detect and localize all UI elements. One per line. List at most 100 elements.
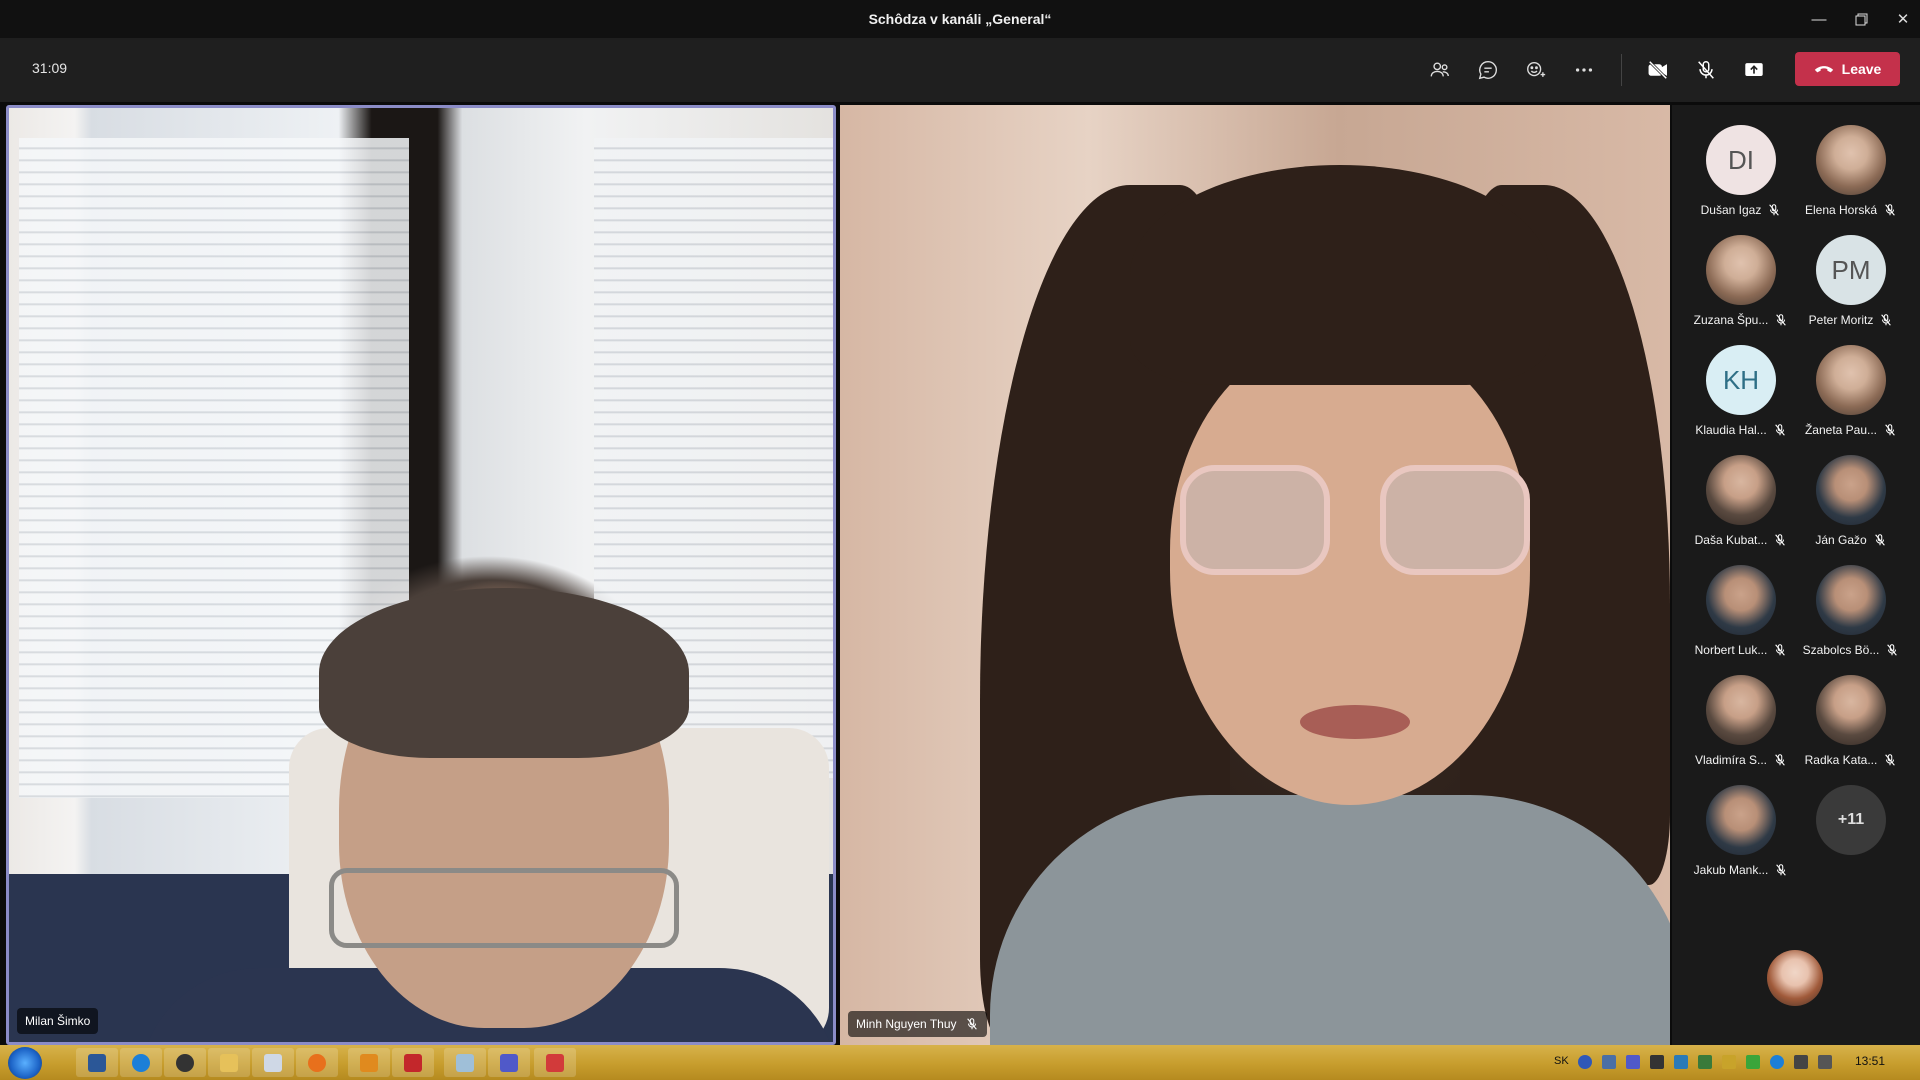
participant-name: Klaudia Hal... — [1695, 423, 1767, 437]
video-person-glasses — [1180, 465, 1330, 575]
muted-mic-icon — [1775, 644, 1786, 656]
participant-item[interactable]: Zuzana Špu... — [1686, 235, 1796, 340]
participant-item[interactable]: KH Klaudia Hal... — [1686, 345, 1796, 450]
video-person-body — [990, 795, 1670, 1045]
leave-button[interactable]: Leave — [1795, 52, 1900, 86]
participant-name: Radka Kata... — [1804, 753, 1878, 767]
word-app-icon[interactable] — [76, 1048, 118, 1077]
tray-icon[interactable] — [1650, 1055, 1664, 1069]
video-tile-active-speaker[interactable]: Milan Šimko — [6, 105, 836, 1045]
onedrive-tray-icon[interactable] — [1674, 1055, 1688, 1069]
mic-off-icon[interactable] — [1688, 52, 1724, 88]
avatar: KH — [1706, 345, 1776, 415]
more-participants-count: +11 — [1816, 785, 1886, 855]
participant-item[interactable]: Ján Gažo — [1796, 455, 1906, 560]
participant-name-tag: Minh Nguyen Thuy — [848, 1011, 987, 1037]
participant-name: Peter Moritz — [1808, 313, 1874, 327]
more-participants-item[interactable]: +11 — [1796, 785, 1906, 890]
self-view-avatar[interactable] — [1767, 950, 1823, 1006]
volume-icon[interactable] — [1818, 1055, 1832, 1069]
participant-item[interactable]: Radka Kata... — [1796, 675, 1906, 780]
avatar — [1816, 455, 1886, 525]
help-icon[interactable] — [1578, 1055, 1592, 1069]
participant-name: Elena Horská — [1804, 203, 1878, 217]
battery-icon[interactable] — [1746, 1055, 1760, 1069]
avatar — [1706, 565, 1776, 635]
participant-item[interactable]: Szabolcs Bö... — [1796, 565, 1906, 670]
participant-item[interactable]: PM Peter Moritz — [1796, 235, 1906, 340]
close-icon[interactable]: ✕ — [1880, 0, 1920, 38]
flag-icon[interactable] — [1794, 1055, 1808, 1069]
avatar: DI — [1706, 125, 1776, 195]
avatar — [1706, 235, 1776, 305]
share-screen-icon[interactable] — [1736, 52, 1772, 88]
muted-mic-icon — [1776, 864, 1787, 876]
clock[interactable]: 13:51 — [1855, 1054, 1885, 1068]
participant-item[interactable]: Daša Kubat... — [1686, 455, 1796, 560]
window-title: Schôdza v kanáli „General“ — [868, 11, 1052, 27]
chat-icon[interactable] — [1470, 52, 1506, 88]
app-icon[interactable] — [164, 1048, 206, 1077]
participant-name: Žaneta Pau... — [1804, 423, 1878, 437]
phone-icon — [1814, 66, 1833, 73]
muted-mic-icon — [1776, 314, 1787, 326]
title-bar: Schôdza v kanáli „General“ — ✕ — [0, 0, 1920, 38]
participant-name: Zuzana Špu... — [1693, 313, 1769, 327]
avatar — [1816, 125, 1886, 195]
participant-item[interactable]: Norbert Luk... — [1686, 565, 1796, 670]
participant-name: Minh Nguyen Thuy — [856, 1017, 957, 1031]
muted-mic-icon — [1885, 204, 1895, 216]
app-icon[interactable] — [534, 1048, 576, 1077]
minimize-icon[interactable]: — — [1796, 0, 1842, 38]
restore-icon[interactable] — [1838, 0, 1884, 38]
folder-app-icon[interactable] — [444, 1048, 486, 1077]
muted-mic-icon — [1769, 204, 1780, 216]
avatar — [1816, 675, 1886, 745]
keyboard-language[interactable]: SK — [1554, 1055, 1569, 1067]
muted-mic-icon — [1887, 644, 1898, 656]
meeting-toolbar: 31:09 Leave — [0, 38, 1920, 102]
document-app-icon[interactable] — [252, 1048, 294, 1077]
participant-name: Ján Gažo — [1815, 533, 1867, 547]
participant-item[interactable]: DI Dušan Igaz — [1686, 125, 1796, 230]
video-person-hair — [319, 588, 689, 758]
firefox-app-icon[interactable] — [296, 1048, 338, 1077]
meeting-timer: 31:09 — [32, 60, 68, 76]
acrobat-app-icon[interactable] — [392, 1048, 434, 1077]
camera-off-icon[interactable] — [1640, 52, 1676, 88]
onedrive-app-icon[interactable] — [120, 1048, 162, 1077]
avatar — [1706, 455, 1776, 525]
participant-item[interactable]: Vladimíra S... — [1686, 675, 1796, 780]
teams-app-icon[interactable] — [488, 1048, 530, 1077]
reactions-icon[interactable] — [1518, 52, 1554, 88]
muted-mic-icon — [1881, 314, 1892, 326]
network-icon[interactable] — [1770, 1055, 1784, 1069]
participant-item[interactable]: Žaneta Pau... — [1796, 345, 1906, 450]
participant-item[interactable]: Elena Horská — [1796, 125, 1906, 230]
participant-item[interactable]: Jakub Mank... — [1686, 785, 1796, 890]
file-explorer-icon[interactable] — [208, 1048, 250, 1077]
video-person-glasses — [1380, 465, 1530, 575]
media-app-icon[interactable] — [348, 1048, 390, 1077]
more-icon[interactable] — [1566, 52, 1602, 88]
os-taskbar: SK 13:51 — [0, 1045, 1920, 1080]
tray-icon[interactable] — [1698, 1055, 1712, 1069]
avatar — [1816, 565, 1886, 635]
participants-gallery: DI Dušan Igaz Elena Horská Zuzana Špu...… — [1672, 105, 1920, 1045]
video-tile[interactable]: Minh Nguyen Thuy — [840, 105, 1670, 1045]
video-person-lips — [1300, 705, 1410, 739]
toolbar-divider — [1621, 54, 1622, 86]
tray-icon[interactable] — [1602, 1055, 1616, 1069]
video-person-glasses — [329, 868, 679, 948]
avatar — [1706, 785, 1776, 855]
start-button[interactable] — [8, 1047, 42, 1079]
teams-tray-icon[interactable] — [1626, 1055, 1640, 1069]
avatar: PM — [1816, 235, 1886, 305]
participant-name: Vladimíra S... — [1694, 753, 1768, 767]
people-icon[interactable] — [1422, 52, 1458, 88]
participant-name: Dušan Igaz — [1700, 203, 1762, 217]
tray-icon[interactable] — [1722, 1055, 1736, 1069]
participant-name: Jakub Mank... — [1693, 863, 1769, 877]
muted-mic-icon — [1775, 534, 1786, 546]
avatar — [1706, 675, 1776, 745]
